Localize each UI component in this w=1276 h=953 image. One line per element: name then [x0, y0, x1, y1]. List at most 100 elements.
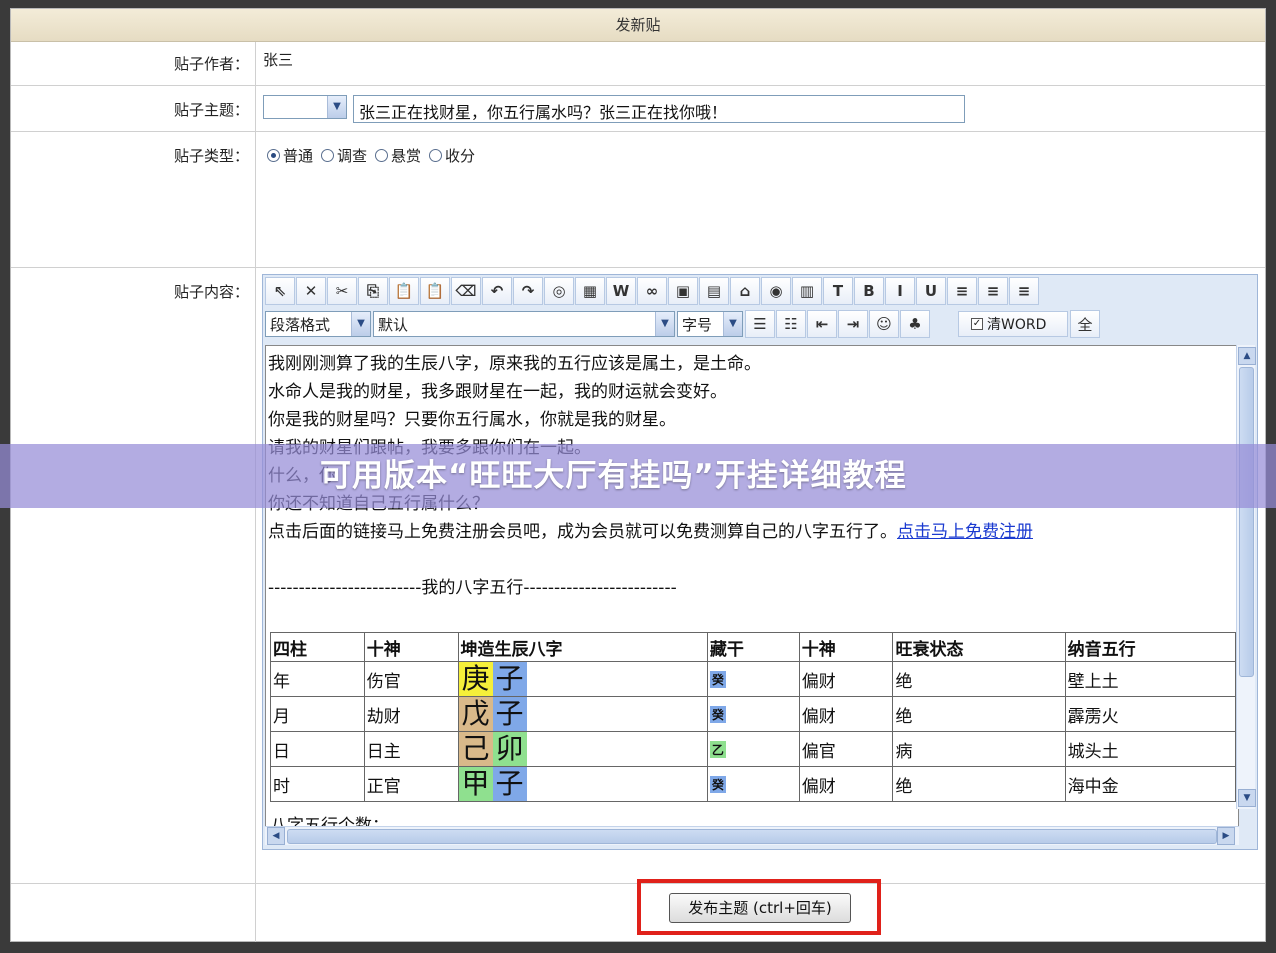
font-size-select[interactable]: 字号 ▼: [677, 311, 743, 337]
radio-icon: [321, 149, 335, 162]
editor-toolbar-row2: 段落格式 ▼ 默认 ▼ 字号 ▼ ☰ ☷ ⇤ ⇥ ☺ ♣ ✓ 清WORD 全: [265, 309, 1100, 339]
find-icon[interactable]: ♣: [900, 310, 930, 338]
table-cell: 海中金: [1064, 766, 1237, 802]
delete-icon[interactable]: ✕: [296, 277, 326, 305]
overlay-banner: 可用版本“旺旺大厅有挂吗”开挂详细教程: [0, 444, 1276, 508]
page-icon[interactable]: ◎: [544, 277, 574, 305]
pointer-icon[interactable]: ⇖: [265, 277, 295, 305]
table-header-cell: 藏干: [706, 632, 800, 662]
type-label: 贴子类型：: [173, 147, 249, 165]
align-left-icon[interactable]: ≡: [947, 277, 977, 305]
editor-toolbar-row1: ⇖ ✕ ✂ ⎘ 📋 📋 ⌫ ↶ ↷ ◎ ▦ W ∞ ▣ ▤ ⌂ ◉ ▥ T B I U ≡ ≡ ≡: [265, 277, 1039, 307]
earthly-branch: 卯: [492, 732, 527, 766]
bold-icon[interactable]: B: [854, 277, 884, 305]
submit-button[interactable]: 发布主题 (ctrl+回车): [669, 893, 851, 923]
ganzhi-pair: 甲子: [458, 767, 527, 801]
indent-icon[interactable]: ⇥: [838, 310, 868, 338]
table-row: 时正官甲子 癸 偏财绝海中金: [270, 766, 1237, 802]
rich-text-editor: ⇖ ✕ ✂ ⎘ 📋 📋 ⌫ ↶ ↷ ◎ ▦ W ∞ ▣ ▤ ⌂ ◉ ▥ T B I U ≡ ≡ ≡ 段落格式 ▼ 默认 ▼ 字号…: [262, 274, 1258, 850]
scroll-thumb[interactable]: [1239, 367, 1254, 677]
register-link[interactable]: 点击马上免费注册: [897, 522, 1033, 542]
divider: [11, 85, 1265, 86]
ordered-list-icon[interactable]: ☰: [745, 310, 775, 338]
table-header-cell: 四柱: [270, 632, 365, 662]
vertical-scrollbar[interactable]: ▲ ▼: [1236, 345, 1256, 809]
post-type-radio[interactable]: 调查: [321, 145, 367, 166]
ganzhi-pair: 己卯: [458, 732, 527, 766]
table-header-cell: 纳音五行: [1064, 632, 1237, 662]
unordered-list-icon[interactable]: ☷: [776, 310, 806, 338]
form-title: 发新贴: [11, 9, 1265, 42]
copy-icon[interactable]: ⎘: [358, 277, 388, 305]
clean-word-checkbox[interactable]: ✓ 清WORD: [958, 311, 1068, 337]
font-family-select[interactable]: 默认 ▼: [373, 311, 675, 337]
post-type-radio[interactable]: 悬赏: [375, 145, 421, 166]
text-color-icon[interactable]: T: [823, 277, 853, 305]
link-icon[interactable]: ∞: [637, 277, 667, 305]
align-center-icon[interactable]: ≡: [978, 277, 1008, 305]
content-line: 你是我的财星吗？只要你五行属水，你就是我的财星。: [268, 410, 676, 430]
hidden-stem: 乙: [709, 741, 726, 758]
font-size-value: 字号: [682, 316, 713, 334]
scroll-up-icon[interactable]: ▲: [1238, 347, 1256, 365]
radio-icon: [375, 149, 389, 162]
cut-icon[interactable]: ✂: [327, 277, 357, 305]
eraser-icon[interactable]: ⌫: [451, 277, 481, 305]
table-cell: 己卯: [457, 731, 708, 767]
separator-line: -------------------------我的八字五行---------…: [268, 578, 677, 598]
italic-icon[interactable]: I: [885, 277, 915, 305]
chevron-down-icon: ▼: [723, 312, 742, 336]
paste-icon[interactable]: 📋: [389, 277, 419, 305]
image-icon[interactable]: ▣: [668, 277, 698, 305]
hidden-stem: 癸: [709, 706, 726, 723]
content-label: 贴子内容：: [173, 283, 249, 301]
table-cell: 绝: [892, 661, 1066, 697]
post-type-group: 普通 调查 悬赏 收分: [267, 145, 475, 166]
ganzhi-pair: 戊子: [458, 697, 527, 731]
undo-icon[interactable]: ↶: [482, 277, 512, 305]
paste-text-icon[interactable]: 📋: [420, 277, 450, 305]
table-cell: 癸: [706, 696, 800, 732]
radio-label: 收分: [445, 147, 476, 165]
fullscreen-button[interactable]: 全: [1070, 310, 1100, 338]
scroll-left-icon[interactable]: ◀: [267, 827, 285, 845]
align-right-icon[interactable]: ≡: [1009, 277, 1039, 305]
earthly-branch: 子: [492, 697, 527, 731]
media-icon[interactable]: ◉: [761, 277, 791, 305]
table-icon[interactable]: ▦: [575, 277, 605, 305]
chevron-down-icon: ▼: [655, 312, 674, 336]
upload-icon[interactable]: ⌂: [730, 277, 760, 305]
cta-line: 点击后面的链接马上免费注册会员吧，成为会员就可以免费测算自己的八字五行了。点击马…: [268, 518, 1236, 546]
horizontal-scrollbar[interactable]: ◀ ▶: [265, 826, 1239, 845]
ganzhi-pair: 庚子: [458, 662, 527, 696]
table-row: 年伤官庚子 癸 偏财绝壁上土: [270, 661, 1237, 697]
radio-icon: [267, 149, 280, 162]
editor-content[interactable]: 我刚刚测算了我的生辰八字，原来我的五行应该是属土，是土命。 水命人是我的财星，我多…: [265, 345, 1239, 829]
clean-word-label: 清WORD: [987, 317, 1047, 333]
post-type-radio[interactable]: 收分: [429, 145, 475, 166]
table-header-cell: 坤造生辰八字: [457, 632, 708, 662]
emoticon-icon[interactable]: ☺: [869, 310, 899, 338]
table-cell: 癸: [706, 661, 800, 697]
scroll-right-icon[interactable]: ▶: [1217, 827, 1235, 845]
outdent-icon[interactable]: ⇤: [807, 310, 837, 338]
divider: [11, 131, 1265, 132]
form-icon[interactable]: ▥: [792, 277, 822, 305]
scroll-down-icon[interactable]: ▼: [1238, 789, 1256, 807]
heavenly-stem: 庚: [458, 662, 493, 696]
paragraph-format-select[interactable]: 段落格式 ▼: [265, 311, 371, 337]
underline-icon[interactable]: U: [916, 277, 946, 305]
table-header-cell: 十神: [798, 632, 894, 662]
scroll-thumb[interactable]: [287, 829, 1217, 844]
subject-input[interactable]: 张三正在找财星，你五行属水吗？张三正在找你哦！: [353, 95, 965, 123]
redo-icon[interactable]: ↷: [513, 277, 543, 305]
earthly-branch: 子: [492, 767, 527, 801]
table-cell: 壁上土: [1064, 661, 1237, 697]
subject-category-select[interactable]: ▼: [263, 95, 347, 119]
post-type-radio[interactable]: 普通: [267, 145, 313, 166]
table-row: 月劫财戊子 癸 偏财绝霹雳火: [270, 696, 1237, 732]
picture-icon[interactable]: ▤: [699, 277, 729, 305]
heavenly-stem: 己: [458, 732, 493, 766]
web-icon[interactable]: W: [606, 277, 636, 305]
